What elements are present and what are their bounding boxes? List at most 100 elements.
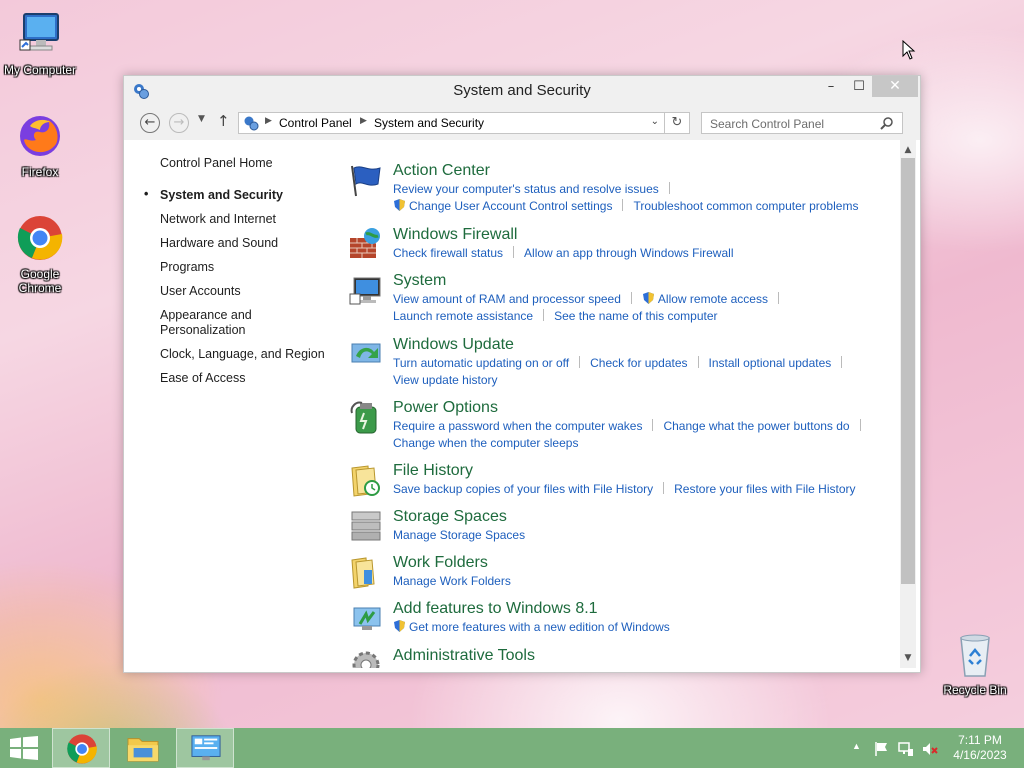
scroll-up-icon[interactable]: ▲	[900, 142, 916, 158]
desktop-icon-label: Firefox	[21, 165, 59, 179]
admin-tools-icon	[352, 651, 380, 668]
file-history-icon	[351, 465, 380, 497]
category-title[interactable]: Windows Firewall	[393, 226, 517, 244]
sidebar-item-system-and-security[interactable]: System and Security	[144, 187, 330, 203]
recycle-bin-icon	[960, 634, 990, 677]
forward-button[interactable]: →	[169, 113, 189, 133]
category-title[interactable]: Add features to Windows 8.1	[393, 600, 598, 618]
breadcrumb-separator-icon[interactable]: ▶	[265, 116, 272, 126]
link-separator	[663, 482, 665, 494]
desktop-icon-google-chrome[interactable]: Google Chrome	[0, 214, 80, 295]
category-title[interactable]: Administrative Tools	[393, 647, 535, 665]
desktop-icon-firefox[interactable]: Firefox	[0, 112, 80, 179]
sidebar-item-clock-language-and-region[interactable]: Clock, Language, and Region	[160, 347, 330, 362]
category-title[interactable]: Power Options	[393, 399, 498, 417]
sidebar-control-panel-home[interactable]: Control Panel Home	[160, 156, 330, 170]
sidebar-item-ease-of-access[interactable]: Ease of Access	[160, 371, 330, 386]
desktop-icon-my-computer[interactable]: My Computer	[0, 10, 80, 77]
chrome-icon	[17, 216, 63, 260]
link-change-power-buttons[interactable]: Change what the power buttons do	[663, 419, 849, 433]
taskbar-chrome-button[interactable]	[52, 728, 110, 768]
category-links: Check firewall status Allow an app throug…	[393, 245, 893, 262]
sidebar-item-hardware-and-sound[interactable]: Hardware and Sound	[160, 236, 330, 251]
navigation-toolbar: ← → ▼ ↑ ▶ Control Panel ▶ System and Sec…	[124, 106, 920, 140]
breadcrumb-system-and-security[interactable]: System and Security	[374, 116, 484, 130]
search-box[interactable]: Search Control Panel	[701, 112, 903, 134]
close-button[interactable]: ✕	[872, 76, 918, 97]
control-panel-icon	[191, 735, 221, 761]
link-separator	[630, 292, 632, 304]
address-bar[interactable]: ▶ Control Panel ▶ System and Security ⌄	[238, 112, 690, 134]
network-icon[interactable]	[898, 741, 914, 757]
system-clock[interactable]: 7:11 PM 4/16/2023	[946, 733, 1014, 763]
computer-icon	[19, 13, 59, 51]
desktop-icon-label: My Computer	[3, 63, 77, 77]
sidebar-item-programs[interactable]: Programs	[160, 260, 330, 275]
storage-spaces-icon	[351, 511, 381, 541]
sidebar-item-appearance-and-personalization[interactable]: Appearance and Personalization	[160, 308, 270, 338]
minimize-button[interactable]: –	[818, 76, 844, 97]
link-restore-files[interactable]: Restore your files with File History	[674, 482, 855, 496]
link-see-computer-name[interactable]: See the name of this computer	[554, 309, 717, 323]
chrome-icon	[67, 734, 97, 764]
link-allow-app-through-firewall[interactable]: Allow an app through Windows Firewall	[524, 246, 733, 260]
up-button[interactable]: ↑	[217, 112, 230, 130]
link-view-ram-processor[interactable]: View amount of RAM and processor speed	[393, 292, 621, 306]
category-links: View amount of RAM and processor speed Al…	[393, 291, 893, 325]
search-input[interactable]: Search Control Panel	[710, 117, 824, 131]
window-titlebar[interactable]: System and Security – ☐ ✕	[124, 76, 920, 106]
link-save-backup-copies[interactable]: Save backup copies of your files with Fi…	[393, 482, 653, 496]
sidebar-item-network-and-internet[interactable]: Network and Internet	[160, 212, 330, 227]
folder-icon	[127, 738, 159, 762]
link-launch-remote-assistance[interactable]: Launch remote assistance	[393, 309, 533, 323]
category-title[interactable]: System	[393, 272, 446, 290]
link-change-sleep[interactable]: Change when the computer sleeps	[393, 436, 578, 450]
sidebar-item-user-accounts[interactable]: User Accounts	[160, 284, 330, 299]
link-separator	[513, 246, 515, 258]
sidebar: Control Panel Home System and Security N…	[144, 156, 330, 395]
maximize-button[interactable]: ☐	[846, 76, 872, 97]
breadcrumb-control-panel[interactable]: Control Panel	[279, 116, 352, 130]
refresh-button[interactable]: ↻	[664, 112, 690, 134]
category-title[interactable]: Work Folders	[393, 554, 488, 572]
category-title[interactable]: Storage Spaces	[393, 508, 507, 526]
link-troubleshoot[interactable]: Troubleshoot common computer problems	[633, 199, 858, 213]
vertical-scrollbar[interactable]: ▲ ▼	[900, 140, 916, 668]
link-separator	[543, 309, 545, 321]
link-turn-automatic-updating[interactable]: Turn automatic updating on or off	[393, 356, 569, 370]
category-title[interactable]: Action Center	[393, 162, 490, 180]
link-separator	[777, 292, 779, 304]
taskbar-file-explorer-button[interactable]	[114, 728, 172, 768]
recent-locations-dropdown[interactable]: ▼	[198, 114, 205, 124]
tray-overflow-icon[interactable]: ▲	[852, 741, 861, 768]
link-change-uac-settings[interactable]: Change User Account Control settings	[409, 199, 612, 213]
link-allow-remote-access[interactable]: Allow remote access	[658, 292, 768, 306]
back-button[interactable]: ←	[140, 113, 160, 133]
link-separator	[841, 356, 843, 368]
category-title[interactable]: Windows Update	[393, 336, 514, 354]
taskbar-control-panel-button[interactable]	[176, 728, 234, 768]
start-button-windows-icon[interactable]	[10, 736, 38, 760]
link-check-for-updates[interactable]: Check for updates	[590, 356, 687, 370]
link-get-more-features[interactable]: Get more features with a new edition of …	[409, 620, 670, 634]
scroll-thumb[interactable]	[901, 158, 915, 584]
link-install-optional-updates[interactable]: Install optional updates	[709, 356, 832, 370]
breadcrumb-separator-icon[interactable]: ▶	[360, 116, 367, 126]
link-manage-work-folders[interactable]: Manage Work Folders	[393, 574, 511, 588]
work-folders-icon	[351, 557, 375, 589]
link-review-status[interactable]: Review your computer's status and resolv…	[393, 182, 659, 196]
link-manage-storage-spaces[interactable]: Manage Storage Spaces	[393, 528, 525, 542]
address-dropdown-icon[interactable]: ⌄	[651, 116, 659, 127]
search-icon[interactable]	[880, 116, 894, 130]
link-separator	[622, 199, 624, 211]
link-require-password-on-wake[interactable]: Require a password when the computer wak…	[393, 419, 642, 433]
link-check-firewall-status[interactable]: Check firewall status	[393, 246, 503, 260]
window-title: System and Security	[453, 82, 591, 99]
control-panel-window: System and Security – ☐ ✕ ← → ▼ ↑ ▶ Cont…	[123, 75, 921, 673]
link-view-update-history[interactable]: View update history	[393, 373, 498, 387]
desktop-icon-recycle-bin[interactable]: Recycle Bin	[935, 630, 1015, 697]
volume-muted-icon[interactable]	[922, 741, 938, 757]
scroll-down-icon[interactable]: ▼	[900, 650, 916, 666]
action-center-flag-icon[interactable]	[874, 741, 890, 757]
category-title[interactable]: File History	[393, 462, 473, 480]
